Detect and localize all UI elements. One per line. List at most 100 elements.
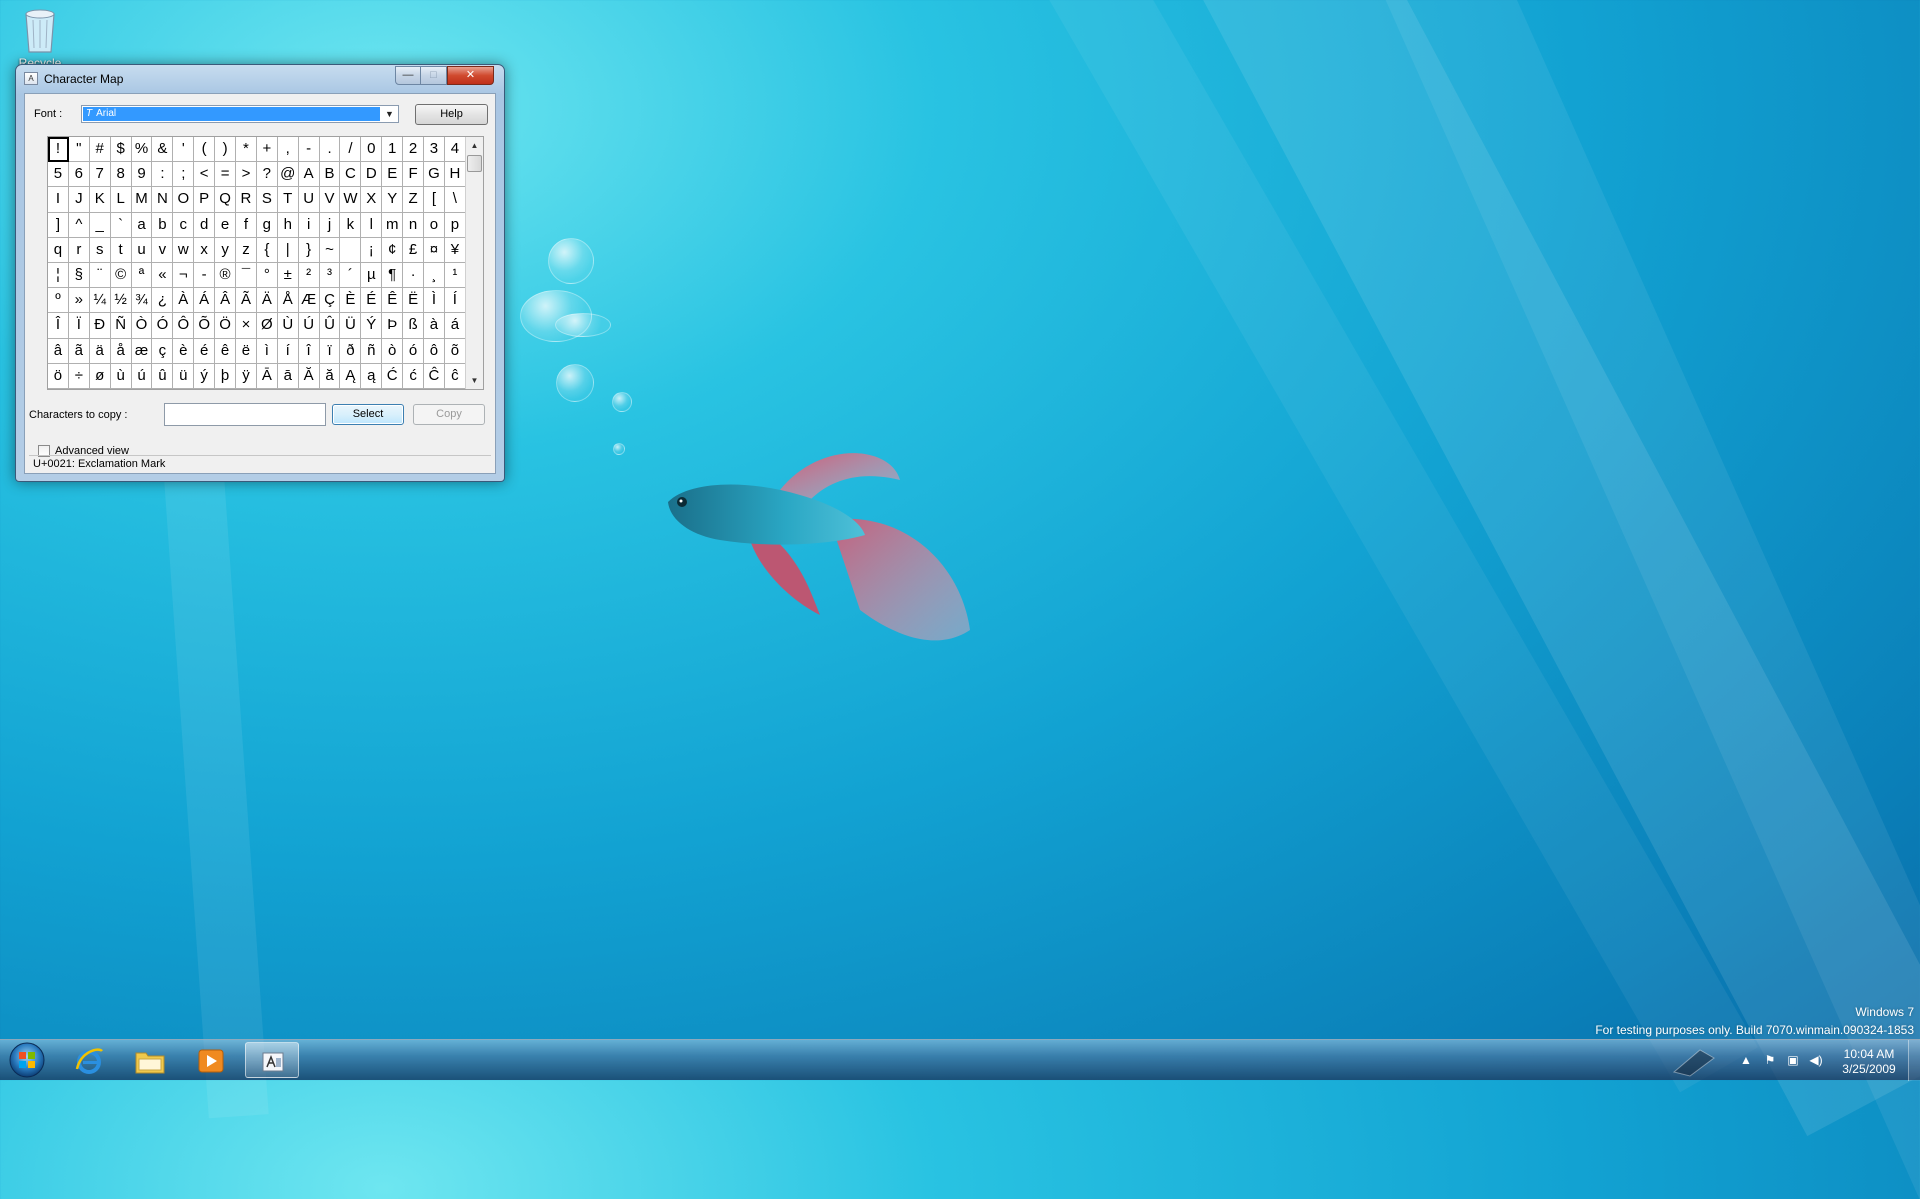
character-cell[interactable]: ã (68, 338, 90, 364)
character-cell[interactable]: Ç (319, 288, 341, 314)
character-cell[interactable]: $ (110, 137, 132, 163)
character-cell[interactable]: Þ (382, 313, 404, 339)
chevron-down-icon[interactable]: ▼ (381, 106, 398, 122)
character-cell[interactable]: c (173, 212, 195, 238)
character-cell[interactable]: a (131, 212, 153, 238)
character-cell[interactable]: Ă (298, 363, 320, 389)
character-cell[interactable]: > (236, 162, 257, 188)
taskbar-windows-explorer[interactable] (123, 1042, 177, 1078)
character-cell[interactable]: ô (424, 338, 445, 364)
character-cell[interactable]: q (48, 237, 69, 263)
character-cell[interactable]: ā (277, 363, 299, 389)
character-cell[interactable]: , (277, 137, 299, 163)
character-cell[interactable]: ï (319, 338, 341, 364)
character-cell[interactable]: ¤ (424, 237, 445, 263)
character-cell[interactable]: ¹ (444, 262, 466, 289)
character-cell[interactable]: ~ (319, 237, 341, 263)
title-bar[interactable]: A Character Map — □ ✕ (16, 65, 504, 93)
character-cell[interactable]: I (48, 187, 69, 213)
character-cell[interactable]: ä (89, 338, 111, 364)
character-cell[interactable]: * (236, 137, 257, 163)
character-cell[interactable]: © (110, 262, 132, 289)
character-cell[interactable]: . (319, 137, 341, 163)
character-cell[interactable]: Ù (277, 313, 299, 339)
character-cell[interactable]: ¦ (48, 262, 69, 289)
character-cell[interactable]: R (236, 187, 257, 213)
character-cell[interactable]: Q (215, 187, 237, 213)
character-cell[interactable]: ë (236, 338, 257, 364)
character-cell[interactable]: Ą (340, 363, 362, 389)
character-cell[interactable]: Â (215, 288, 237, 314)
character-cell[interactable]: ¿ (152, 288, 174, 314)
character-cell[interactable]: ÷ (68, 363, 90, 389)
character-cell[interactable]: ª (131, 262, 153, 289)
show-hidden-icons-arrow-icon[interactable]: ▲ (1738, 1052, 1754, 1068)
character-cell[interactable]: o (424, 212, 445, 238)
character-cell[interactable]: » (68, 288, 90, 314)
character-cell[interactable]: õ (444, 338, 466, 364)
character-cell[interactable]: h (277, 212, 299, 238)
character-cell[interactable]: 9 (131, 162, 153, 188)
character-cell[interactable]: ö (48, 363, 69, 389)
character-cell[interactable]: Ø (256, 313, 278, 339)
taskbar-internet-explorer[interactable] (62, 1042, 116, 1078)
character-cell[interactable]: Ã (236, 288, 257, 314)
character-cell[interactable]: Ĉ (424, 363, 445, 389)
character-cell[interactable]: S (256, 187, 278, 213)
character-cell[interactable]: w (173, 237, 195, 263)
character-cell[interactable]: } (298, 237, 320, 263)
character-cell[interactable]: à (424, 313, 445, 339)
taskbar-character-map[interactable] (245, 1042, 299, 1078)
character-cell[interactable]: ² (298, 262, 320, 289)
character-cell[interactable]: % (131, 137, 153, 163)
character-cell[interactable]: ú (131, 363, 153, 389)
character-cell[interactable]: C (340, 162, 362, 188)
select-button[interactable]: Select (332, 404, 404, 425)
character-cell[interactable]: ± (277, 262, 299, 289)
character-cell[interactable]: { (256, 237, 278, 263)
character-cell[interactable]: \ (444, 187, 466, 213)
character-cell[interactable]: V (319, 187, 341, 213)
character-cell[interactable]: ò (382, 338, 404, 364)
character-cell[interactable]: 3 (424, 137, 445, 163)
character-cell[interactable]: T (277, 187, 299, 213)
character-cell[interactable]: u (131, 237, 153, 263)
character-cell[interactable]: J (68, 187, 90, 213)
character-cell[interactable]: È (340, 288, 362, 314)
start-button[interactable] (6, 1041, 48, 1079)
character-cell[interactable]: ñ (361, 338, 383, 364)
character-cell[interactable]: ' (173, 137, 195, 163)
scroll-up-arrow-icon[interactable]: ▲ (466, 137, 483, 154)
close-button[interactable]: ✕ (447, 66, 494, 85)
character-cell[interactable]: ă (319, 363, 341, 389)
character-cell[interactable]: á (444, 313, 466, 339)
character-cell[interactable]: ÿ (236, 363, 257, 389)
character-cell[interactable]: Í (444, 288, 466, 314)
character-cell[interactable]: Ì (424, 288, 445, 314)
character-cell[interactable]: ? (256, 162, 278, 188)
character-cell[interactable]: ó (403, 338, 425, 364)
network-icon[interactable]: ▣ (1785, 1052, 1801, 1068)
character-grid[interactable]: ! " # $% & '() * +, -./0 1 2 3 4 5 6 7 8 9:; < = >? @ A B C D E F G H… (48, 137, 466, 389)
character-cell[interactable]: d (194, 212, 216, 238)
character-cell[interactable]: Ñ (110, 313, 132, 339)
character-cell[interactable]: p (444, 212, 466, 238)
character-cell[interactable]: W (340, 187, 362, 213)
character-cell[interactable]: Ô (173, 313, 195, 339)
character-cell[interactable]: Å (277, 288, 299, 314)
character-cell[interactable]: þ (215, 363, 237, 389)
character-cell[interactable]: 2 (403, 137, 425, 163)
character-cell[interactable]: ½ (110, 288, 132, 314)
character-cell[interactable]: B (319, 162, 341, 188)
character-cell[interactable]: 1 (382, 137, 404, 163)
character-cell[interactable]: l (361, 212, 383, 238)
character-cell[interactable]: ) (215, 137, 237, 163)
character-cell[interactable]: Ú (298, 313, 320, 339)
character-cell[interactable]: å (110, 338, 132, 364)
character-cell[interactable]: Õ (194, 313, 216, 339)
action-center-flag-icon[interactable]: ⚑ (1762, 1052, 1778, 1068)
character-cell[interactable]: § (68, 262, 90, 289)
character-cell[interactable]: ¡ (361, 237, 383, 263)
character-cell[interactable]: ¥ (444, 237, 466, 263)
character-cell[interactable]: è (173, 338, 195, 364)
